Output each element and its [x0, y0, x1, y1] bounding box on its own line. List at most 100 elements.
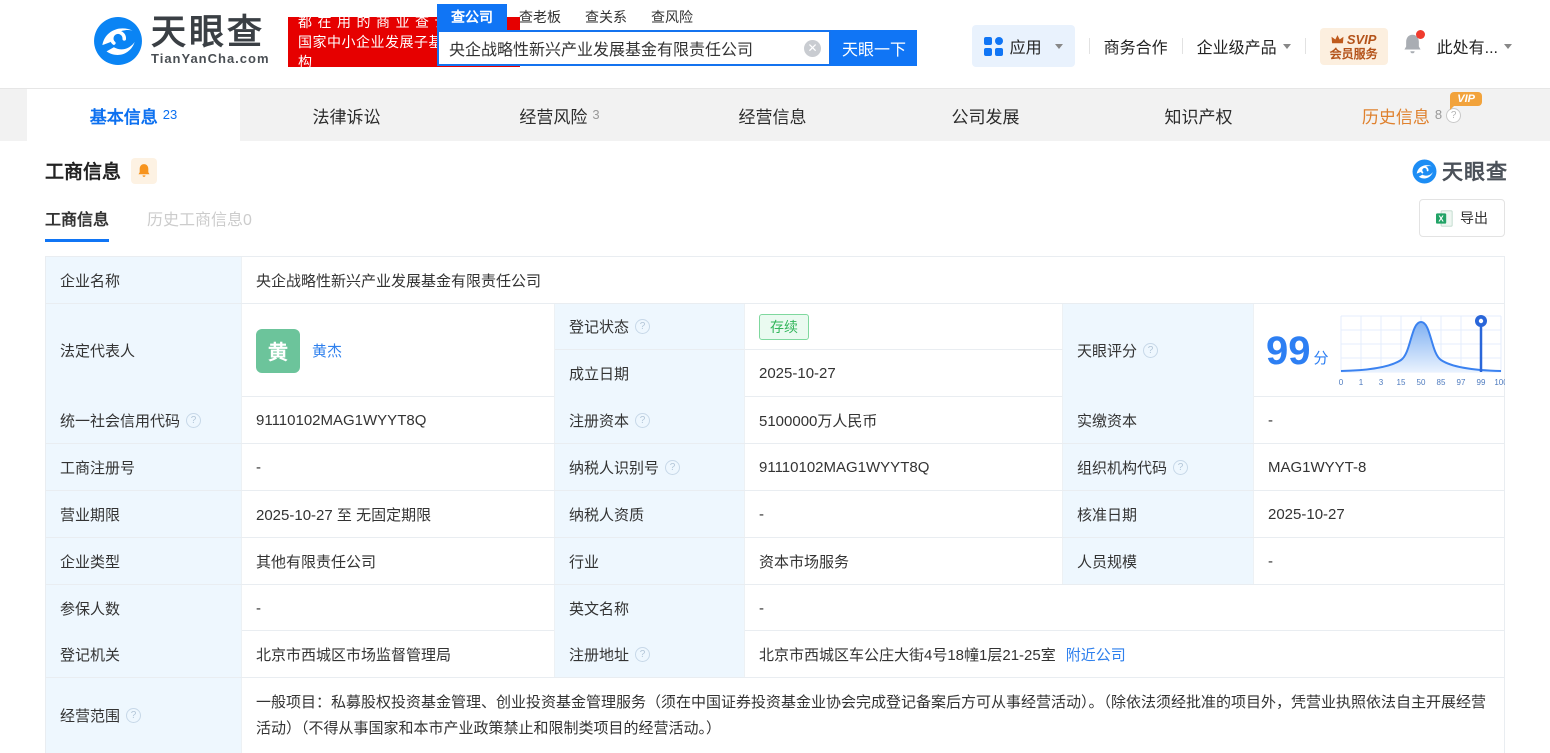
search-tab-company[interactable]: 查公司 — [437, 4, 507, 30]
svg-text:50: 50 — [1416, 378, 1425, 387]
site-logo[interactable]: 天眼查 TianYanCha.com — [93, 15, 270, 66]
tianyancha-company-page: 天眼查 TianYanCha.com 都在用的商业查询工具 国家中小企业发展子基… — [0, 0, 1550, 753]
tianyancha-swirl-icon — [1412, 159, 1437, 183]
apps-menu-button[interactable]: 应用 — [971, 25, 1075, 67]
chevron-down-icon — [1054, 43, 1063, 53]
score-value: 99 — [1266, 328, 1311, 373]
help-icon[interactable]: ? — [635, 412, 651, 428]
field-label: 企业类型 — [46, 538, 242, 584]
tab-basic-info[interactable]: 基本信息 23 — [27, 89, 240, 141]
field-label: 实缴资本 — [1063, 397, 1254, 443]
score-distribution-chart: 0 1 3 15 50 85 97 99 100 — [1338, 314, 1505, 387]
search-tabs: 查公司 查老板 查关系 查风险 — [437, 4, 917, 30]
industry-value: 资本市场服务 — [745, 538, 1063, 584]
business-term-value: 2025-10-27 至 无固定期限 — [242, 491, 555, 537]
org-code-value: MAG1WYYT-8 — [1268, 458, 1367, 476]
company-section-tabs: 基本信息 23 法律诉讼 经营风险 3 经营信息 公司发展 知识产权 历史信息 8 ?… — [0, 88, 1550, 141]
table-row: 经营范围? 一般项目：私募股权投资基金管理、创业投资基金管理服务（须在中国证券投… — [46, 678, 1504, 753]
help-icon[interactable]: ? — [635, 319, 651, 334]
tianyancha-swirl-icon — [94, 17, 142, 65]
tab-legal-litigation[interactable]: 法律诉讼 — [240, 89, 453, 141]
search-button[interactable]: 天眼一下 — [831, 30, 917, 66]
brand-domain: TianYanCha.com — [151, 51, 270, 66]
tab-history-info[interactable]: 历史信息 8 ? VIP — [1305, 89, 1518, 141]
help-icon[interactable]: ? — [665, 459, 681, 475]
status-badge: 存续 — [759, 313, 809, 340]
reg-address-cell: 北京市西城区车公庄大街4号18幢1层21-25室 附近公司 — [745, 631, 1504, 677]
business-scope-value: 一般项目：私募股权投资基金管理、创业投资基金管理服务（须在中国证券投资基金业协会… — [256, 694, 1487, 737]
chevron-down-icon — [1282, 43, 1291, 53]
help-icon[interactable]: ? — [635, 646, 651, 662]
svg-text:85: 85 — [1436, 378, 1445, 387]
notifications-button[interactable] — [1402, 29, 1425, 60]
watermark-text: 天眼查 — [1442, 161, 1508, 184]
nearby-companies-link[interactable]: 附近公司 — [1066, 644, 1126, 665]
search-input[interactable] — [439, 32, 829, 64]
reg-authority-value: 北京市西城区市场监督管理局 — [242, 631, 555, 677]
field-label: 注册地址? — [555, 631, 745, 677]
enterprise-products-link[interactable]: 企业级产品 — [1197, 34, 1291, 58]
user-menu[interactable]: 此处有... — [1437, 34, 1512, 58]
tab-intellectual-property[interactable]: 知识产权 — [1092, 89, 1305, 141]
svip-label: SVIP — [1346, 31, 1377, 47]
svg-text:X: X — [1438, 214, 1444, 223]
subtab-business-registration[interactable]: 工商信息 — [45, 206, 110, 242]
business-cooperation-link[interactable]: 商务合作 — [1104, 34, 1168, 58]
table-row: 统一社会信用代码? 91110102MAG1WYYT8Q 注册资本? 51000… — [46, 397, 1504, 444]
crown-icon — [1331, 34, 1344, 43]
taxpayer-quality-value: - — [745, 491, 1063, 537]
svg-text:3: 3 — [1378, 378, 1383, 387]
field-label: 纳税人资质 — [555, 491, 745, 537]
field-label: 企业名称 — [46, 257, 242, 303]
search-tab-risk[interactable]: 查风险 — [639, 4, 705, 30]
field-label: 天眼评分? — [1063, 304, 1254, 397]
table-row: 企业类型 其他有限责任公司 行业 资本市场服务 人员规模 - — [46, 538, 1504, 585]
insured-count-value: - — [242, 585, 555, 631]
subtab-history-registration[interactable]: 历史工商信息0 — [147, 206, 252, 242]
chevron-down-icon — [1504, 43, 1512, 53]
search-tab-relation[interactable]: 查关系 — [573, 4, 639, 30]
staff-size-value: - — [1268, 552, 1273, 570]
help-icon[interactable]: ? — [1143, 343, 1159, 358]
field-label: 营业期限 — [46, 491, 242, 537]
reg-capital-value: 5100000万人民币 — [745, 397, 1063, 443]
help-icon[interactable]: ? — [126, 708, 142, 723]
tianyancha-watermark: 天眼查 — [1412, 156, 1508, 186]
help-icon[interactable]: ? — [186, 412, 202, 428]
taxpayer-id-value: 91110102MAG1WYYT8Q — [745, 444, 1063, 490]
tab-operation-risk[interactable]: 经营风险 3 — [453, 89, 666, 141]
field-label: 行业 — [555, 538, 745, 584]
table-row: 企业名称 央企战略性新兴产业发展基金有限责任公司 — [46, 257, 1504, 304]
vip-badge: VIP — [1450, 92, 1482, 110]
tab-business-info[interactable]: 经营信息 — [666, 89, 879, 141]
apps-label: 应用 — [1009, 40, 1042, 57]
export-button[interactable]: X 导出 — [1419, 199, 1505, 237]
svg-text:99: 99 — [1476, 378, 1485, 387]
tab-company-development[interactable]: 公司发展 — [879, 89, 1092, 141]
bell-icon — [138, 164, 150, 177]
tyc-score-cell[interactable]: 99 分 0 1 3 15 50 85 97 99 10 — [1254, 304, 1511, 397]
company-name-value: 央企战略性新兴产业发展基金有限责任公司 — [256, 272, 542, 290]
search-area: 查公司 查老板 查关系 查风险 ✕ 天眼一下 — [437, 4, 917, 66]
svip-member-button[interactable]: SVIP 会员服务 — [1319, 27, 1388, 65]
field-label: 组织机构代码? — [1063, 444, 1254, 490]
search-tab-boss[interactable]: 查老板 — [507, 4, 573, 30]
reg-status-cell: 存续 — [745, 304, 1063, 350]
score-unit: 分 — [1313, 350, 1329, 367]
field-label: 登记状态? — [555, 304, 745, 350]
approval-date-value: 2025-10-27 — [1268, 505, 1345, 523]
field-label: 工商注册号 — [46, 444, 242, 490]
credit-code-value: 91110102MAG1WYYT8Q — [242, 397, 555, 443]
subscribe-bell-button[interactable] — [131, 157, 158, 184]
clear-search-icon[interactable]: ✕ — [804, 40, 821, 57]
table-row: 参保人数 - 英文名称 - — [46, 585, 1504, 631]
svg-text:1: 1 — [1358, 378, 1363, 387]
table-row: 营业期限 2025-10-27 至 无固定期限 纳税人资质 - 核准日期 202… — [46, 491, 1504, 538]
legal-rep-link[interactable]: 黄杰 — [312, 340, 342, 361]
field-label: 成立日期 — [555, 350, 745, 397]
username: 此处有... — [1436, 40, 1498, 57]
legal-rep-avatar[interactable]: 黄 — [256, 328, 300, 373]
help-icon[interactable]: ? — [1173, 459, 1189, 475]
business-info-card: 工商信息 天眼查 工商信息 历史工商信息0 X 导出 企业名称 央企战略性新兴产… — [0, 141, 1550, 753]
field-label: 注册资本? — [555, 397, 745, 443]
